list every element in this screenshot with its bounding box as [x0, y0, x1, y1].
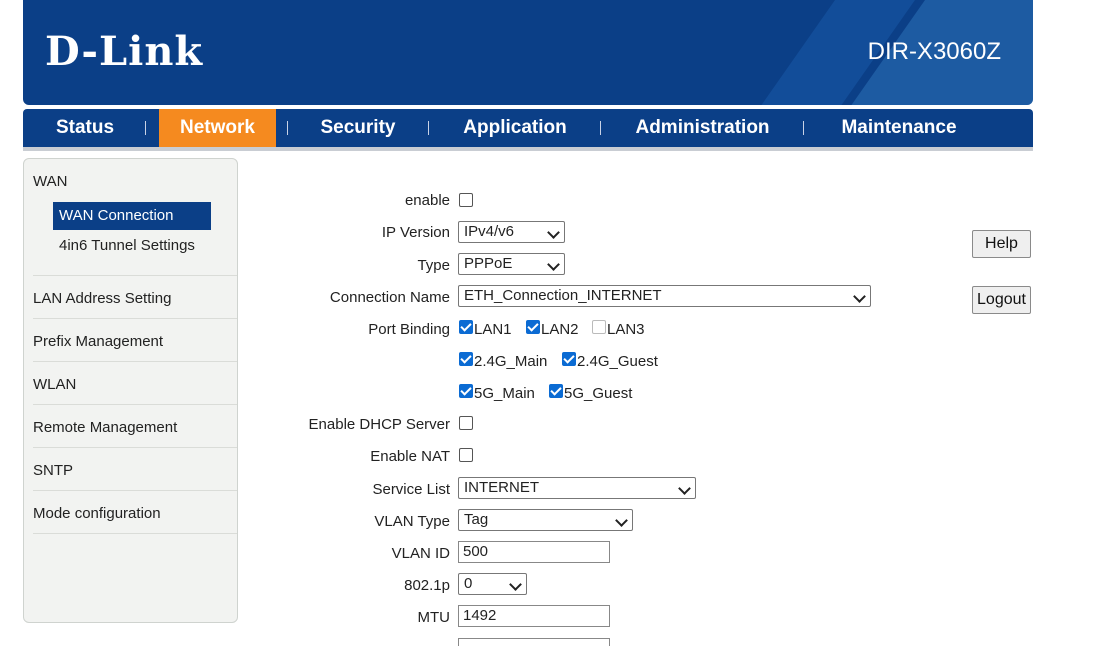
nav-separator [803, 121, 804, 135]
sidebar-item-4in6-tunnel[interactable]: 4in6 Tunnel Settings [53, 232, 211, 260]
nav-administration[interactable]: Administration [615, 109, 790, 147]
service-list-value: INTERNET [464, 479, 539, 496]
lan3-label: LAN3 [607, 321, 645, 338]
sidebar-item-wlan[interactable]: WLAN [33, 376, 76, 393]
type-value: PPPoE [464, 255, 513, 272]
lan1-checkbox[interactable] [459, 320, 473, 334]
model-name: DIR-X3060Z [867, 38, 1001, 65]
sidebar-divider [33, 318, 237, 319]
ip-version-value: IPv4/v6 [464, 223, 515, 240]
sidebar-item-wan[interactable]: WAN [33, 173, 67, 190]
nat-checkbox[interactable] [459, 448, 473, 462]
lan1-label: LAN1 [474, 321, 512, 338]
sidebar-divider [33, 275, 237, 276]
sidebar: WAN WAN Connection 4in6 Tunnel Settings … [23, 158, 238, 623]
next-input-partial[interactable] [458, 638, 610, 646]
sidebar-item-sntp[interactable]: SNTP [33, 462, 73, 479]
type-select[interactable]: PPPoE [458, 253, 565, 275]
help-button[interactable]: Help [972, 230, 1031, 258]
sidebar-item-prefix[interactable]: Prefix Management [33, 333, 163, 350]
sidebar-item-remote[interactable]: Remote Management [33, 419, 177, 436]
lan3-checkbox[interactable] [592, 320, 606, 334]
nat-label: Enable NAT [370, 448, 450, 465]
dlink-logo: D-Link [45, 28, 204, 75]
chevron-down-icon [547, 226, 560, 239]
wifi-24g-main-label: 2.4G_Main [474, 353, 548, 370]
wifi-24g-guest-label: 2.4G_Guest [577, 353, 658, 370]
sidebar-divider [33, 447, 237, 448]
lan2-label: LAN2 [541, 321, 579, 338]
nav-maintenance[interactable]: Maintenance [819, 109, 979, 147]
nav-network[interactable]: Network [159, 109, 276, 147]
enable-label: enable [404, 192, 450, 209]
vlan-type-select[interactable]: Tag [458, 509, 633, 531]
connection-name-label: Connection Name [329, 289, 450, 306]
nav-separator [600, 121, 601, 135]
dot1p-select[interactable]: 0 [458, 573, 527, 595]
service-list-select[interactable]: INTERNET [458, 477, 696, 499]
chevron-down-icon [509, 578, 522, 591]
mtu-label: MTU [417, 609, 451, 626]
type-label: Type [417, 257, 450, 274]
nav-separator [287, 121, 288, 135]
port-binding-label: Port Binding [368, 321, 450, 338]
ip-version-select[interactable]: IPv4/v6 [458, 221, 565, 243]
wifi-5g-main-label: 5G_Main [474, 385, 535, 402]
sidebar-divider [33, 490, 237, 491]
chevron-down-icon [615, 514, 628, 527]
logout-button[interactable]: Logout [972, 286, 1031, 314]
dhcp-server-checkbox[interactable] [459, 416, 473, 430]
nav-status[interactable]: Status [37, 109, 133, 147]
wifi-5g-guest-label: 5G_Guest [564, 385, 633, 402]
connection-name-value: ETH_Connection_INTERNET [464, 287, 662, 304]
nav-security[interactable]: Security [303, 109, 413, 147]
ip-version-label: IP Version [381, 224, 450, 241]
lan2-checkbox[interactable] [526, 320, 540, 334]
wifi-5g-guest-checkbox[interactable] [549, 384, 563, 398]
dot1p-label: 802.1p [404, 577, 450, 594]
wifi-24g-main-checkbox[interactable] [459, 352, 473, 366]
connection-name-select[interactable]: ETH_Connection_INTERNET [458, 285, 871, 307]
vlan-type-label: VLAN Type [374, 513, 450, 530]
nav-application[interactable]: Application [443, 109, 587, 147]
nav-separator [145, 121, 146, 135]
vlan-id-input[interactable]: 500 [458, 541, 610, 563]
wifi-24g-guest-checkbox[interactable] [562, 352, 576, 366]
mtu-input[interactable]: 1492 [458, 605, 610, 627]
dhcp-server-label: Enable DHCP Server [308, 416, 450, 433]
nav-separator [428, 121, 429, 135]
main-nav: Status Network Security Application Admi… [23, 109, 1033, 151]
chevron-down-icon [547, 258, 560, 271]
chevron-down-icon [853, 290, 866, 303]
sidebar-item-mode[interactable]: Mode configuration [33, 505, 161, 522]
vlan-id-label: VLAN ID [391, 545, 450, 562]
enable-checkbox[interactable] [459, 193, 473, 207]
sidebar-item-lan-address[interactable]: LAN Address Setting [33, 290, 171, 307]
wifi-5g-main-checkbox[interactable] [459, 384, 473, 398]
sidebar-divider [33, 361, 237, 362]
sidebar-divider [33, 404, 237, 405]
sidebar-item-wan-connection[interactable]: WAN Connection [53, 202, 211, 230]
dot1p-value: 0 [464, 575, 473, 592]
header-banner: D-Link DIR-X3060Z [23, 0, 1033, 105]
chevron-down-icon [678, 482, 691, 495]
sidebar-divider [33, 533, 237, 534]
service-list-label: Service List [372, 481, 450, 498]
vlan-type-value: Tag [464, 511, 489, 528]
